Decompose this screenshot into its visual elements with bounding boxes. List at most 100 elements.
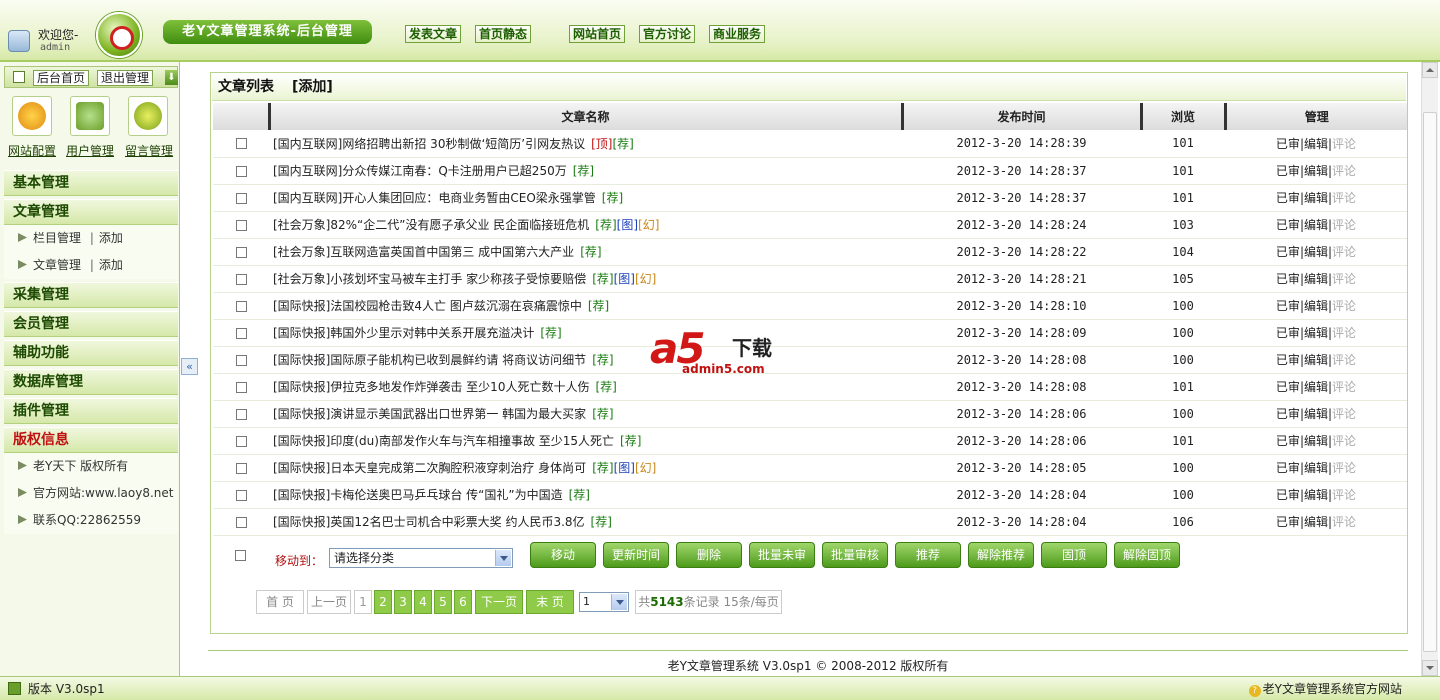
flag-img[interactable]: [图] bbox=[617, 218, 638, 232]
move-button[interactable]: 移动 bbox=[530, 542, 596, 568]
approved-link[interactable]: 已审 bbox=[1276, 488, 1300, 502]
page-4[interactable]: 4 bbox=[414, 590, 432, 614]
edit-link[interactable]: 编辑 bbox=[1304, 137, 1328, 151]
flag-rec[interactable]: [荐] bbox=[620, 434, 641, 448]
article-manage-link[interactable]: 文章管理 bbox=[33, 258, 81, 272]
row-checkbox[interactable] bbox=[235, 273, 247, 285]
logout-button[interactable]: 退出管理 bbox=[97, 70, 154, 86]
user-manage-label[interactable]: 用户管理 bbox=[66, 142, 114, 159]
article-title-link[interactable]: [国际快报]演讲显示美国武器出口世界第一 韩国为最大买家 bbox=[273, 407, 586, 421]
approved-link[interactable]: 已审 bbox=[1276, 191, 1300, 205]
article-title-link[interactable]: [国际快报]英国12名巴士司机合中彩票大奖 约人民币3.8亿 bbox=[273, 515, 585, 529]
user-manage-shortcut[interactable] bbox=[70, 96, 110, 136]
next-page-button[interactable]: 下一页 bbox=[475, 590, 523, 614]
official-website[interactable]: 官方网站:www.laoy8.net bbox=[33, 486, 173, 500]
flag-mag[interactable]: [幻] bbox=[638, 218, 659, 232]
comment-link[interactable]: 评论 bbox=[1332, 245, 1356, 259]
flag-rec[interactable]: [荐] bbox=[602, 191, 623, 205]
page-5[interactable]: 5 bbox=[434, 590, 452, 614]
approved-link[interactable]: 已审 bbox=[1276, 326, 1300, 340]
row-checkbox[interactable] bbox=[235, 300, 247, 312]
comment-link[interactable]: 评论 bbox=[1332, 164, 1356, 178]
download-arrow-icon[interactable]: ⬇ bbox=[165, 70, 178, 85]
article-title-link[interactable]: [国际快报]日本天皇完成第二次胸腔积液穿刺治疗 身体尚可 bbox=[273, 461, 586, 475]
row-checkbox[interactable] bbox=[235, 408, 247, 420]
approved-link[interactable]: 已审 bbox=[1276, 407, 1300, 421]
scroll-thumb[interactable] bbox=[1423, 112, 1437, 652]
menu-collect[interactable]: 采集管理 bbox=[4, 282, 178, 308]
flag-rec[interactable]: [荐] bbox=[612, 137, 633, 151]
site-config-shortcut[interactable] bbox=[12, 96, 52, 136]
official-site-link[interactable]: ? 老Y文章管理系统官方网站 bbox=[1248, 678, 1402, 700]
approved-link[interactable]: 已审 bbox=[1276, 299, 1300, 313]
comment-link[interactable]: 评论 bbox=[1332, 407, 1356, 421]
article-title-link[interactable]: [国际快报]卡梅伦送奥巴马乒乓球台 传“国礼”为中国造 bbox=[273, 488, 563, 502]
page-2[interactable]: 2 bbox=[374, 590, 392, 614]
row-checkbox[interactable] bbox=[235, 516, 247, 528]
comment-link[interactable]: 评论 bbox=[1332, 488, 1356, 502]
approved-link[interactable]: 已审 bbox=[1276, 218, 1300, 232]
unrecommend-button[interactable]: 解除推荐 bbox=[968, 542, 1034, 568]
nav-site-home[interactable]: 网站首页 bbox=[569, 25, 626, 43]
comment-link[interactable]: 评论 bbox=[1332, 272, 1356, 286]
nav-business-service[interactable]: 商业服务 bbox=[709, 25, 766, 43]
row-checkbox[interactable] bbox=[235, 246, 247, 258]
vertical-scrollbar[interactable] bbox=[1421, 62, 1438, 676]
edit-link[interactable]: 编辑 bbox=[1304, 515, 1328, 529]
menu-plugin[interactable]: 插件管理 bbox=[4, 398, 178, 424]
nav-publish-article[interactable]: 发表文章 bbox=[405, 25, 462, 43]
comment-link[interactable]: 评论 bbox=[1332, 326, 1356, 340]
first-page-button[interactable]: 首 页 bbox=[256, 590, 304, 614]
add-article-link[interactable]: [添加] bbox=[292, 79, 333, 95]
approved-link[interactable]: 已审 bbox=[1276, 380, 1300, 394]
edit-link[interactable]: 编辑 bbox=[1304, 218, 1328, 232]
edit-link[interactable]: 编辑 bbox=[1304, 434, 1328, 448]
page-3[interactable]: 3 bbox=[394, 590, 412, 614]
scroll-up-icon[interactable] bbox=[1422, 62, 1438, 78]
approved-link[interactable]: 已审 bbox=[1276, 461, 1300, 475]
site-config-label[interactable]: 网站配置 bbox=[8, 142, 56, 159]
category-select[interactable]: 请选择分类 bbox=[329, 548, 513, 568]
update-time-button[interactable]: 更新时间 bbox=[603, 542, 669, 568]
edit-link[interactable]: 编辑 bbox=[1304, 488, 1328, 502]
edit-link[interactable]: 编辑 bbox=[1304, 245, 1328, 259]
message-manage-shortcut[interactable] bbox=[128, 96, 168, 136]
admin-home-button[interactable]: 后台首页 bbox=[33, 70, 90, 86]
approved-link[interactable]: 已审 bbox=[1276, 353, 1300, 367]
edit-link[interactable]: 编辑 bbox=[1304, 191, 1328, 205]
flag-img[interactable]: [图] bbox=[614, 461, 635, 475]
approved-link[interactable]: 已审 bbox=[1276, 137, 1300, 151]
row-checkbox[interactable] bbox=[235, 165, 247, 177]
unpin-top-button[interactable]: 解除固顶 bbox=[1114, 542, 1180, 568]
flag-rec[interactable]: [荐] bbox=[540, 326, 561, 340]
edit-link[interactable]: 编辑 bbox=[1304, 326, 1328, 340]
page-6[interactable]: 6 bbox=[454, 590, 472, 614]
edit-link[interactable]: 编辑 bbox=[1304, 164, 1328, 178]
edit-link[interactable]: 编辑 bbox=[1304, 407, 1328, 421]
comment-link[interactable]: 评论 bbox=[1332, 299, 1356, 313]
article-title-link[interactable]: [国际快报]国际原子能机构已收到晨鲜约请 将商议访问细节 bbox=[273, 353, 586, 367]
article-title-link[interactable]: [国内互联网]分众传媒江南春：Q卡注册用户已超250万 bbox=[273, 164, 567, 178]
flag-rec[interactable]: [荐] bbox=[595, 380, 616, 394]
flag-rec[interactable]: [荐] bbox=[573, 164, 594, 178]
edit-link[interactable]: 编辑 bbox=[1304, 299, 1328, 313]
article-title-link[interactable]: [国内互联网]网络招聘出新招 30秒制做‘短简历’引网友热议 bbox=[273, 137, 585, 151]
article-title-link[interactable]: [国际快报]伊拉克多地发作炸弹袭击 至少10人死亡数十人伤 bbox=[273, 380, 589, 394]
article-add-link[interactable]: 添加 bbox=[99, 258, 123, 272]
menu-copyright[interactable]: 版权信息 bbox=[4, 427, 178, 453]
category-add-link[interactable]: 添加 bbox=[99, 231, 123, 245]
comment-link[interactable]: 评论 bbox=[1332, 461, 1356, 475]
comment-link[interactable]: 评论 bbox=[1332, 218, 1356, 232]
approved-link[interactable]: 已审 bbox=[1276, 245, 1300, 259]
article-title-link[interactable]: [社会万象]互联网造富英国首中国第三 成中国第六大产业 bbox=[273, 245, 574, 259]
menu-member[interactable]: 会员管理 bbox=[4, 311, 178, 337]
comment-link[interactable]: 评论 bbox=[1332, 191, 1356, 205]
article-title-link[interactable]: [国内互联网]开心人集团回应：电商业务暂由CEO梁永强掌管 bbox=[273, 191, 596, 205]
article-title-link[interactable]: [国际快报]韩国外少里示对韩中关系开展充溢决计 bbox=[273, 326, 534, 340]
article-title-link[interactable]: [社会万象]82%“企二代”没有愿子承父业 民企面临接班危机 bbox=[273, 218, 589, 232]
menu-basic[interactable]: 基本管理 bbox=[4, 170, 178, 196]
flag-rec[interactable]: [荐] bbox=[592, 272, 613, 286]
flag-mag[interactable]: [幻] bbox=[635, 461, 656, 475]
row-checkbox[interactable] bbox=[235, 327, 247, 339]
approved-link[interactable]: 已审 bbox=[1276, 164, 1300, 178]
